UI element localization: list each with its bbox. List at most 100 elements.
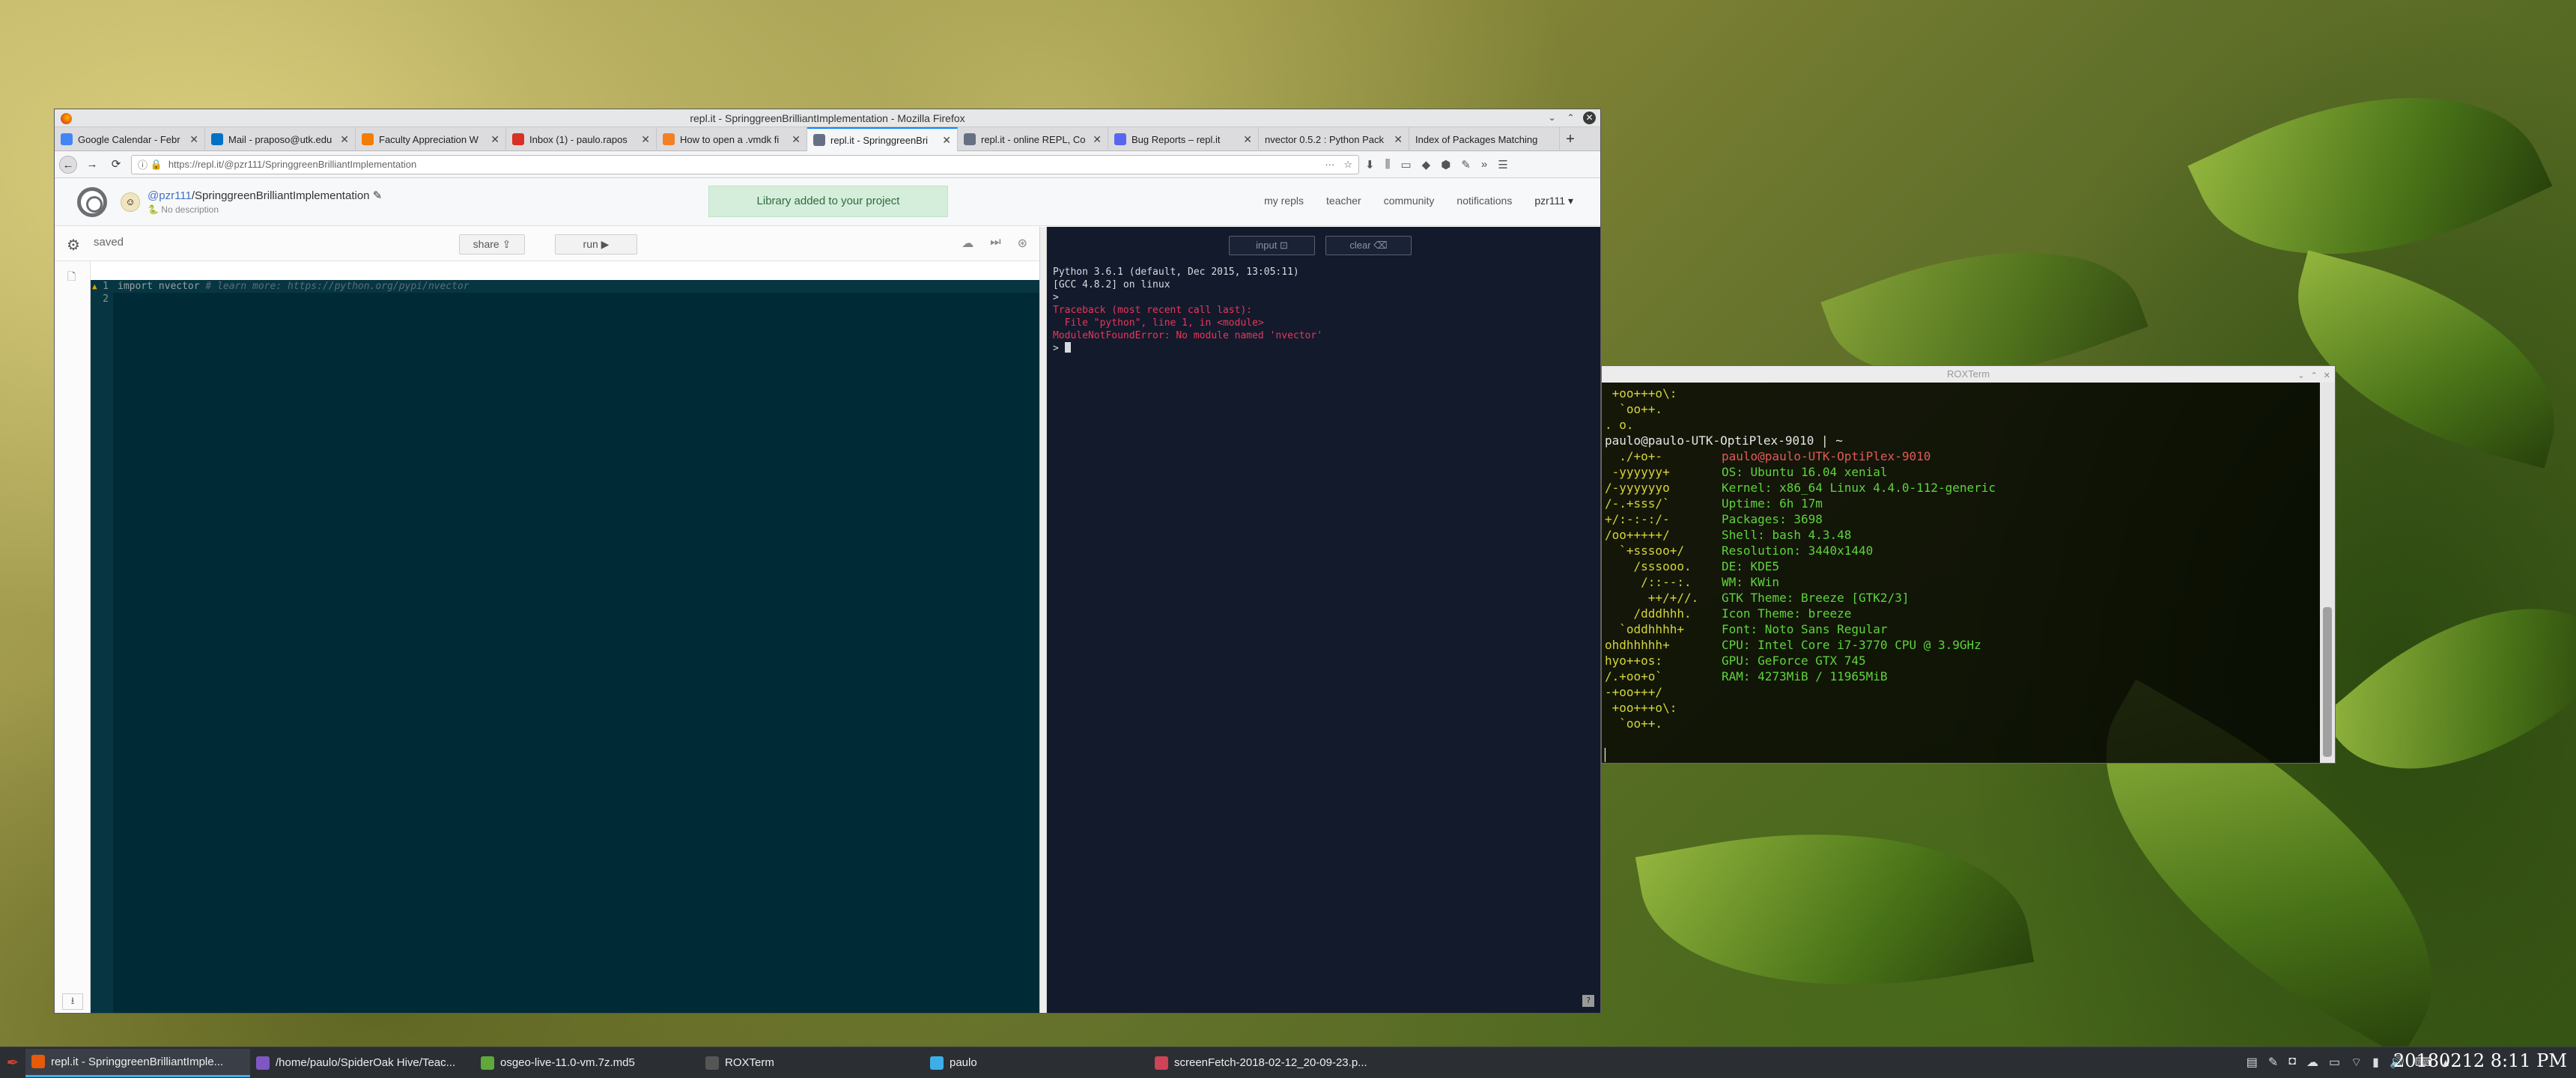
warning-icon[interactable]: ▲: [92, 281, 97, 291]
help-icon[interactable]: ?: [1582, 995, 1594, 1007]
notes-icon[interactable]: ✎: [2268, 1055, 2278, 1070]
nav-community[interactable]: community: [1384, 195, 1435, 207]
new-tab-button[interactable]: +: [1560, 127, 1581, 150]
settings-gear-icon[interactable]: ⚙: [67, 236, 80, 255]
clear-label: clear: [1349, 240, 1371, 251]
nav-notifications[interactable]: notifications: [1456, 195, 1512, 207]
clipboard-icon[interactable]: ▤: [2247, 1055, 2258, 1070]
task-md5[interactable]: osgeo-live-11.0-vm.7z.md5: [475, 1049, 699, 1077]
downloads-icon[interactable]: ⬇: [1365, 158, 1375, 171]
overflow-icon[interactable]: »: [1481, 158, 1487, 171]
forward-button[interactable]: →: [83, 156, 101, 174]
cloud-upload-icon[interactable]: ☁: [962, 236, 973, 251]
task-screenfetch[interactable]: screenFetch-2018-02-12_20-09-23.p...: [1149, 1049, 1373, 1077]
extension-icon[interactable]: ✎: [1461, 158, 1471, 171]
maximize-icon[interactable]: ⌃: [2311, 368, 2318, 384]
hamburger-menu-icon[interactable]: ☰: [1498, 158, 1507, 171]
screenfetch-value: GeForce GTX 745: [1758, 654, 1866, 668]
battery-icon[interactable]: ▮: [2372, 1055, 2379, 1070]
pane-splitter[interactable]: [1039, 227, 1047, 1013]
tab-close-icon[interactable]: ✕: [340, 133, 349, 146]
minimize-icon[interactable]: ⌄: [1546, 112, 1558, 124]
application-launcher-icon[interactable]: ✒: [0, 1047, 25, 1078]
firefox-titlebar[interactable]: repl.it - SpringgreenBrilliantImplementa…: [55, 109, 1600, 127]
replit-icon: [813, 134, 825, 146]
replit-logo-icon[interactable]: [77, 187, 107, 217]
cloud-sync-icon[interactable]: ☁: [2306, 1055, 2318, 1070]
tab-inbox[interactable]: Inbox (1) - paulo.rapos ✕: [506, 127, 657, 151]
tab-google-calendar[interactable]: Google Calendar - Febr ✕: [55, 127, 205, 151]
user-menu[interactable]: pzr111 ▾: [1534, 195, 1573, 207]
tab-close-icon[interactable]: ✕: [942, 134, 951, 147]
tab-close-icon[interactable]: ✕: [1093, 133, 1102, 146]
extension-icon[interactable]: ⬢: [1441, 158, 1450, 171]
tab-repl-online[interactable]: repl.it - online REPL, Co ✕: [958, 127, 1108, 151]
console-error: Traceback (most recent call last):: [1053, 305, 1253, 316]
nav-my-repls[interactable]: my repls: [1264, 195, 1304, 207]
tab-close-icon[interactable]: ✕: [490, 133, 499, 146]
tab-bug-reports[interactable]: Bug Reports – repl.it ✕: [1108, 127, 1259, 151]
clear-button[interactable]: clear ⌫: [1325, 236, 1412, 255]
task-firefox[interactable]: repl.it - SpringgreenBrilliantImple...: [25, 1048, 250, 1077]
screenfetch-value: bash 4.3.48: [1772, 528, 1852, 542]
task-dolphin[interactable]: /home/paulo/SpiderOak Hive/Teac...: [250, 1049, 475, 1077]
roxterm-titlebar[interactable]: ROXTerm ⌄ ⌃ ✕: [1602, 366, 2335, 383]
tab-close-icon[interactable]: ✕: [1243, 133, 1252, 146]
nav-teacher[interactable]: teacher: [1326, 195, 1361, 207]
package-icon[interactable]: ⊛: [1018, 236, 1027, 251]
description-text: No description: [161, 204, 219, 215]
code-editor[interactable]: ▲ 1 2 import nvector # learn more: https…: [91, 280, 1039, 1013]
lock-icon[interactable]: 🔒: [151, 159, 162, 171]
run-button[interactable]: run ▶: [555, 234, 637, 255]
tab-nvector[interactable]: nvector 0.5.2 : Python Pack ✕: [1259, 127, 1409, 151]
console-pane[interactable]: input ⊡ clear ⌫ Python 3.6.1 (default, D…: [1047, 227, 1600, 1013]
tab-close-icon[interactable]: ✕: [641, 133, 650, 146]
close-icon[interactable]: ✕: [2324, 368, 2330, 384]
clock[interactable]: 20180212 8:11 PM: [2393, 1050, 2567, 1071]
tab-label: Faculty Appreciation W: [379, 133, 479, 145]
input-button[interactable]: input ⊡: [1229, 236, 1315, 255]
screenfetch-line: /.+oo+o` RAM: 4273MiB / 11965MiB: [1605, 669, 2321, 684]
camera-icon[interactable]: ◘: [2288, 1055, 2296, 1070]
network-wifi-icon[interactable]: ⌔: [2351, 1055, 2362, 1070]
sidebar-icon[interactable]: ▭: [1400, 158, 1411, 171]
scrollbar-thumb[interactable]: [2323, 607, 2332, 757]
step-forward-icon[interactable]: ⏭: [990, 236, 1000, 251]
avatar[interactable]: ☺: [121, 192, 140, 212]
edit-pencil-icon[interactable]: ✎: [373, 189, 383, 202]
maximize-icon[interactable]: ⌃: [1564, 112, 1577, 124]
library-icon[interactable]: ⫼: [1385, 158, 1391, 171]
info-icon[interactable]: ⓘ: [138, 157, 148, 171]
minimize-icon[interactable]: ⌄: [2297, 368, 2304, 384]
tab-repl-active[interactable]: repl.it - SpringgreenBri ✕: [807, 127, 958, 151]
task-paulo-folder[interactable]: paulo: [924, 1049, 1149, 1077]
tab-close-icon[interactable]: ✕: [189, 133, 198, 146]
share-button[interactable]: share ⇪: [459, 234, 525, 255]
display-icon[interactable]: ▭: [2329, 1055, 2340, 1070]
page-actions-icon[interactable]: ···: [1325, 159, 1334, 171]
tab-faculty-appreciation[interactable]: Faculty Appreciation W ✕: [356, 127, 506, 151]
new-file-icon[interactable]: 🗋: [67, 269, 76, 287]
console-input-line[interactable]: >: [1053, 342, 1322, 355]
tab-label: Google Calendar - Febr: [78, 133, 180, 145]
task-roxterm[interactable]: ROXTerm: [699, 1049, 924, 1077]
tab-mail[interactable]: Mail - praposo@utk.edu ✕: [205, 127, 356, 151]
bookmark-star-icon[interactable]: ☆: [1343, 159, 1352, 171]
url-text[interactable]: https://repl.it/@pzr111/SpringgreenBrill…: [168, 159, 416, 170]
screenfetch-value: x86_64 Linux 4.4.0-112-generic: [1779, 481, 1996, 495]
ascii-art-line: `+sssoo+/: [1605, 543, 1684, 558]
url-bar[interactable]: ⓘ 🔒 https://repl.it/@pzr111/SpringgreenB…: [131, 154, 1359, 174]
extension-icon[interactable]: ◆: [1422, 158, 1431, 171]
close-icon[interactable]: ✕: [1583, 112, 1596, 124]
code-line[interactable]: import nvector # learn more: https://pyt…: [113, 280, 1039, 293]
project-owner-link[interactable]: @pzr111: [148, 189, 192, 202]
tab-vmdk[interactable]: How to open a .vmdk fi ✕: [657, 127, 807, 151]
back-button[interactable]: ←: [59, 155, 77, 174]
reload-button[interactable]: ⟳: [107, 156, 125, 174]
tab-close-icon[interactable]: ✕: [792, 133, 801, 146]
tab-close-icon[interactable]: ✕: [1394, 133, 1403, 146]
download-icon[interactable]: ⭳: [62, 993, 83, 1010]
tab-index-packages[interactable]: Index of Packages Matching: [1409, 127, 1560, 151]
terminal-scrollbar[interactable]: [2320, 383, 2335, 763]
terminal-output[interactable]: +oo+++o\: `oo++.. o. paulo@paulo-UTK-Opti…: [1602, 383, 2321, 763]
